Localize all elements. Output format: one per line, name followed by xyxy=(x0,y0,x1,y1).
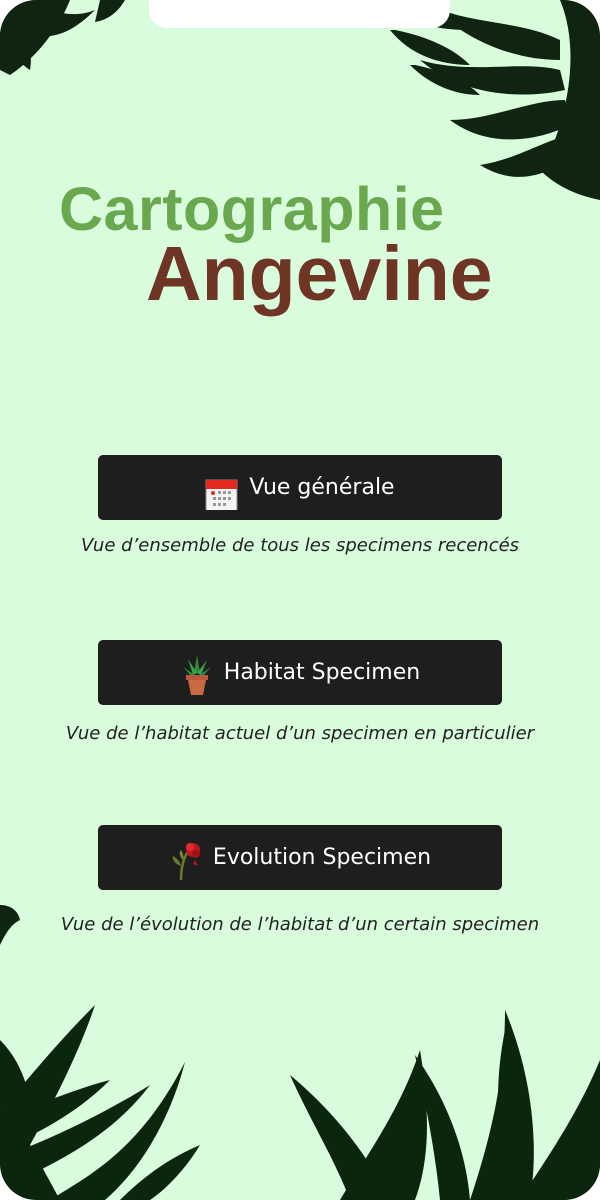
app-screen: Cartographie Angevine Vue générale Vue d… xyxy=(0,0,600,1200)
evolution-specimen-button[interactable]: Evolution Specimen xyxy=(98,825,502,890)
evolution-specimen-description: Vue de l’évolution de l’habitat d’un cer… xyxy=(60,914,540,935)
potted-plant-icon xyxy=(180,651,214,695)
general-view-label: Vue générale xyxy=(249,475,395,500)
calendar-icon xyxy=(205,466,239,510)
general-view-button[interactable]: Vue générale xyxy=(98,455,502,520)
device-notch xyxy=(149,0,450,28)
habitat-specimen-label: Habitat Specimen xyxy=(223,660,421,685)
general-view-description: Vue d’ensemble de tous les specimens rec… xyxy=(80,535,520,556)
wilted-flower-icon xyxy=(169,836,203,880)
habitat-specimen-description: Vue de l’habitat actuel d’un specimen en… xyxy=(65,723,535,744)
app-title-line2: Angevine xyxy=(146,231,493,317)
evolution-specimen-label: Evolution Specimen xyxy=(212,845,432,870)
habitat-specimen-button[interactable]: Habitat Specimen xyxy=(98,640,502,705)
